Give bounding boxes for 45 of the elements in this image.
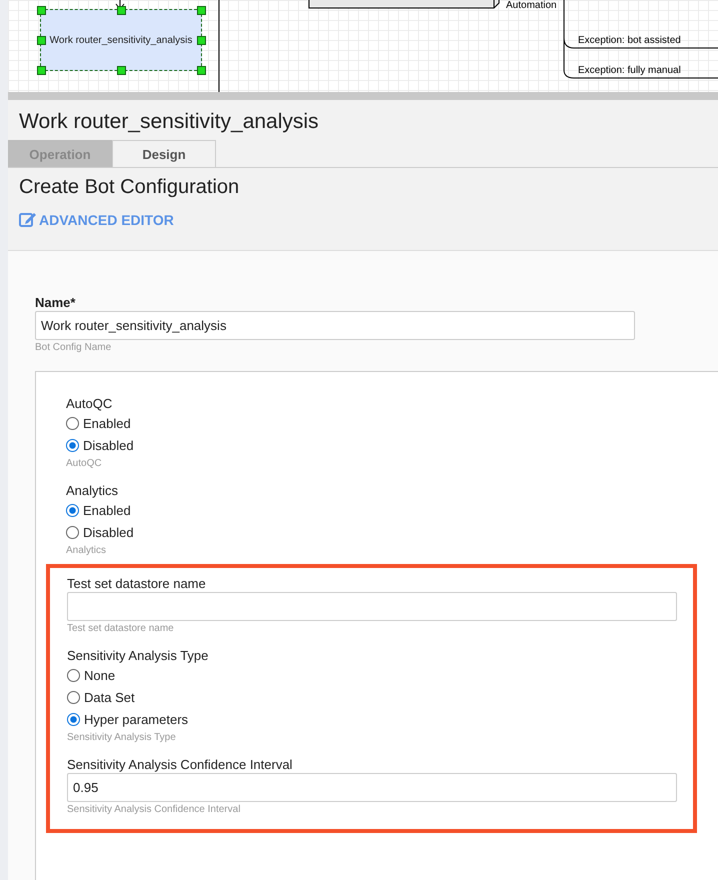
help-text: AutoQC	[66, 458, 103, 469]
radio-button[interactable]	[66, 526, 79, 538]
page-title: Work router_sensitivity_analysis	[18, 109, 320, 135]
resize-handle[interactable]	[37, 6, 46, 15]
text-field[interactable]: 0.95	[67, 773, 677, 802]
resize-handle[interactable]	[197, 66, 206, 75]
field-label: Analytics	[66, 483, 120, 498]
field-label: Sensitivity Analysis Type	[67, 648, 210, 663]
radio-button[interactable]	[67, 668, 80, 682]
option-label: Enabled	[83, 416, 131, 430]
field-label: Name*	[35, 295, 76, 310]
field-label: Test set datastore name	[67, 576, 207, 591]
radio-button[interactable]	[66, 438, 79, 452]
help-text: Bot Config Name	[35, 342, 112, 353]
field-label: AutoQC	[66, 396, 114, 411]
resize-handle[interactable]	[37, 36, 46, 45]
resize-handle[interactable]	[197, 36, 206, 45]
tab[interactable]: Design	[112, 140, 216, 167]
radio-button[interactable]	[66, 416, 79, 430]
branch-label: Exception: bot assisted	[578, 35, 681, 46]
radio-button[interactable]	[66, 504, 79, 516]
option-label: Disabled	[83, 524, 134, 540]
radio-button[interactable]	[67, 712, 80, 726]
resize-handle[interactable]	[117, 66, 126, 75]
radio-button[interactable]	[67, 690, 80, 704]
option-label: Disabled	[83, 438, 134, 452]
option-label: None	[84, 668, 116, 682]
help-text: Test set datastore name	[67, 623, 175, 634]
option-label: Enabled	[83, 502, 131, 518]
node-label: Work router_sensitivity_analysis	[50, 34, 192, 46]
option-label: Data Set	[84, 690, 135, 704]
help-text: Analytics	[66, 545, 108, 556]
text-field[interactable]	[67, 592, 677, 621]
name-field[interactable]: Work router_sensitivity_analysis	[35, 311, 635, 340]
field-label: Sensitivity Analysis Confidence Interval	[67, 757, 294, 772]
section-heading: Create Bot Configuration	[18, 175, 240, 200]
resize-handle[interactable]	[117, 6, 126, 15]
edit-icon	[19, 211, 37, 228]
option-label: Hyper parameters	[84, 712, 188, 726]
resize-handle[interactable]	[197, 6, 206, 15]
branch-label: Exception: fully manual	[578, 65, 681, 76]
diagram-label: Automation	[506, 0, 557, 11]
help-text: Sensitivity Analysis Type	[67, 732, 177, 743]
resize-handle[interactable]	[37, 66, 46, 75]
help-text: Sensitivity Analysis Confidence Interval	[67, 804, 242, 815]
